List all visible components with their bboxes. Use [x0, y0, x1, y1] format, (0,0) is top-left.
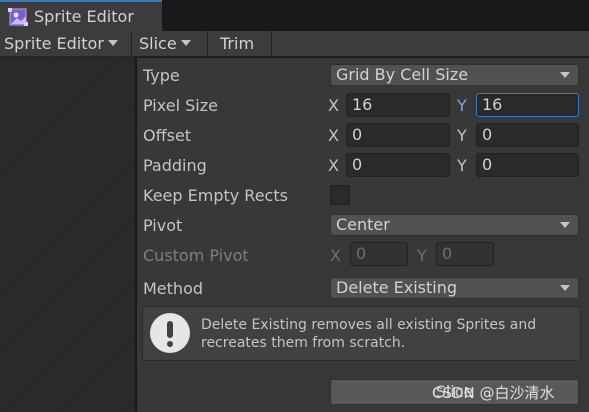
toolbar-divider [271, 31, 272, 57]
method-help-box: Delete Existing removes all existing Spr… [142, 306, 581, 361]
padding-x-axis: X [328, 156, 339, 175]
slice-dropdown-label: Slice [139, 34, 177, 53]
chevron-down-icon [560, 222, 570, 228]
watermark: CSDN @白沙清水 [432, 384, 555, 402]
chevron-down-icon [107, 40, 118, 46]
offset-label: Offset [143, 126, 192, 145]
type-dropdown[interactable]: Grid By Cell Size [330, 64, 579, 86]
window-tab-bar: Sprite Editor [0, 0, 589, 31]
tab-title: Sprite Editor [34, 7, 134, 26]
type-label: Type [143, 66, 180, 85]
pivot-dropdown-value: Center [336, 215, 390, 234]
custom-pivot-y-axis: Y [417, 246, 427, 265]
offset-x-field[interactable]: 0 [346, 123, 450, 147]
offset-x-axis: X [328, 126, 339, 145]
padding-label: Padding [143, 156, 207, 175]
keep-empty-rects-checkbox[interactable] [330, 185, 350, 205]
chevron-down-icon [560, 285, 570, 291]
custom-pivot-label: Custom Pivot [143, 246, 249, 265]
padding-x-field[interactable]: 0 [346, 153, 450, 177]
pixel-size-label: Pixel Size [143, 96, 218, 115]
pixel-size-y-field[interactable]: 16 [476, 93, 579, 117]
chevron-down-icon [560, 72, 570, 78]
tab-sprite-editor[interactable]: Sprite Editor [0, 0, 162, 31]
mode-dropdown-label: Sprite Editor [4, 34, 104, 53]
method-dropdown[interactable]: Delete Existing [330, 277, 579, 299]
padding-y-axis: Y [457, 156, 467, 175]
custom-pivot-x-field: 0 [350, 242, 408, 266]
pixel-size-y-axis: Y [457, 96, 467, 115]
custom-pivot-y-field: 0 [436, 242, 494, 266]
slice-dropdown[interactable]: Slice [135, 31, 206, 57]
method-dropdown-value: Delete Existing [336, 278, 458, 297]
offset-y-field[interactable]: 0 [476, 123, 579, 147]
chevron-down-icon [180, 40, 191, 46]
method-help-text: Delete Existing removes all existing Spr… [201, 317, 537, 351]
toolbar-divider [131, 31, 132, 57]
slice-panel: Type Grid By Cell Size Pixel Size X 16 Y… [135, 57, 589, 412]
trim-button[interactable]: Trim [216, 31, 272, 57]
offset-y-axis: Y [457, 126, 467, 145]
pivot-label: Pivot [143, 216, 183, 235]
padding-y-field[interactable]: 0 [476, 153, 579, 177]
mode-dropdown[interactable]: Sprite Editor [0, 31, 131, 57]
pixel-size-x-field[interactable]: 16 [346, 93, 450, 117]
toolbar-divider [207, 31, 208, 57]
method-label: Method [143, 279, 204, 298]
editor-toolbar: Sprite Editor Slice Trim [0, 31, 589, 57]
pixel-size-x-axis: X [328, 96, 339, 115]
type-dropdown-value: Grid By Cell Size [336, 65, 469, 84]
keep-empty-rects-label: Keep Empty Rects [143, 186, 288, 205]
info-warning-icon [150, 313, 190, 353]
custom-pivot-x-axis: X [330, 246, 341, 265]
trim-button-label: Trim [220, 34, 255, 53]
pivot-dropdown[interactable]: Center [330, 214, 579, 236]
sprite-editor-icon [8, 8, 28, 26]
